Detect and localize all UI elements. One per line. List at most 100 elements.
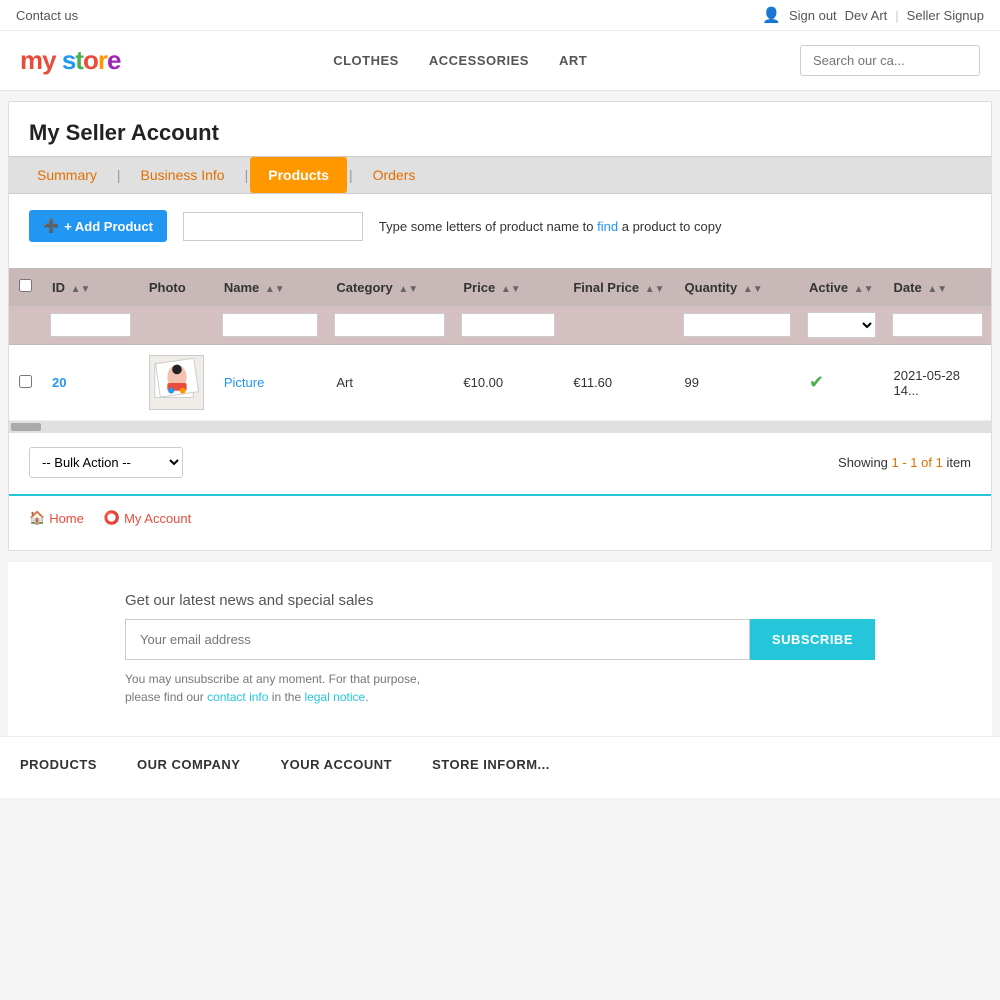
products-table-wrapper: ID ▲▼ Photo Name ▲▼ Category ▲▼ [9, 268, 991, 421]
tabs-bar: Summary | Business Info | Products | Ord… [9, 156, 991, 194]
home-link[interactable]: 🏠 Home [29, 510, 84, 526]
footer-col-account-title: YOUR ACCOUNT [280, 757, 392, 772]
add-product-row: ➕ + Add Product Type some letters of pro… [9, 194, 991, 258]
account-icon: ⭕ [104, 510, 120, 526]
legal-notice-link[interactable]: legal notice [304, 690, 365, 704]
category-sort-arrows[interactable]: ▲▼ [398, 284, 418, 295]
contact-link[interactable]: contact info [207, 690, 268, 704]
filter-price-input[interactable] [461, 313, 555, 337]
contact-us-link[interactable]: Contact us [16, 8, 78, 23]
th-date[interactable]: Date ▲▼ [884, 269, 992, 306]
horizontal-scrollbar[interactable] [9, 421, 991, 433]
product-search-hint: Type some letters of product name to fin… [379, 219, 722, 234]
product-thumbnail [149, 355, 204, 410]
row-category: Art [326, 345, 453, 421]
filter-id[interactable] [42, 306, 139, 345]
select-all-checkbox[interactable] [19, 279, 32, 292]
footer-col-products-title: PRODUCTS [20, 757, 97, 772]
table-header-row: ID ▲▼ Photo Name ▲▼ Category ▲▼ [9, 269, 991, 306]
nav-accessories[interactable]: ACCESSORIES [429, 53, 529, 68]
plus-icon: ➕ [43, 218, 59, 234]
th-active[interactable]: Active ▲▼ [799, 269, 883, 306]
home-icon: 🏠 [29, 510, 45, 526]
footer-col-company: OUR COMPANY [137, 757, 240, 778]
top-bar: Contact us 👤 Sign out Dev Art | Seller S… [0, 0, 1000, 31]
filter-quantity[interactable] [675, 306, 800, 345]
devart-link[interactable]: Dev Art [845, 8, 888, 23]
filter-date-input[interactable] [892, 313, 984, 337]
product-copy-search-input[interactable] [183, 212, 363, 241]
footer-nav-links: 🏠 Home ⭕ My Account [9, 494, 991, 530]
filter-checkbox-col [9, 306, 42, 345]
search-input[interactable] [800, 45, 980, 76]
page-title: My Seller Account [9, 102, 991, 156]
row-name[interactable]: Picture [214, 345, 326, 421]
filter-photo [139, 306, 214, 345]
id-sort-arrows[interactable]: ▲▼ [71, 284, 91, 295]
signout-link[interactable]: Sign out [789, 8, 837, 23]
quantity-sort-arrows[interactable]: ▲▼ [743, 284, 763, 295]
footer-col-account: YOUR ACCOUNT [280, 757, 392, 778]
filter-name[interactable] [214, 306, 326, 345]
th-select-all[interactable] [9, 269, 42, 306]
logo-my: my [20, 45, 56, 75]
table-row: 20 [9, 345, 991, 421]
row-active: ✔ [799, 345, 883, 421]
filter-date[interactable] [884, 306, 992, 345]
logo[interactable]: my store [20, 45, 120, 76]
th-photo: Photo [139, 269, 214, 306]
filter-quantity-input[interactable] [683, 313, 792, 337]
products-table: ID ▲▼ Photo Name ▲▼ Category ▲▼ [9, 268, 991, 421]
filter-name-input[interactable] [222, 313, 318, 337]
newsletter-form: SUBSCRIBE [125, 619, 875, 660]
th-quantity[interactable]: Quantity ▲▼ [675, 269, 800, 306]
date-sort-arrows[interactable]: ▲▼ [927, 284, 947, 295]
newsletter-email-input[interactable] [125, 619, 750, 660]
nav-art[interactable]: ART [559, 53, 587, 68]
divider: | [895, 8, 898, 23]
filter-row: Yes No [9, 306, 991, 345]
th-id[interactable]: ID ▲▼ [42, 269, 139, 306]
filter-price[interactable] [453, 306, 563, 345]
filter-category[interactable] [326, 306, 453, 345]
row-photo [139, 345, 214, 421]
footer-columns: PRODUCTS OUR COMPANY YOUR ACCOUNT STORE … [0, 736, 1000, 798]
seller-signup-link[interactable]: Seller Signup [907, 8, 984, 23]
logo-store: store [62, 45, 121, 75]
active-sort-arrows[interactable]: ▲▼ [854, 284, 874, 295]
my-account-link[interactable]: ⭕ My Account [104, 510, 191, 526]
filter-category-input[interactable] [334, 313, 445, 337]
tab-orders[interactable]: Orders [355, 157, 434, 193]
th-final-price[interactable]: Final Price ▲▼ [563, 269, 674, 306]
main-nav: CLOTHES ACCESSORIES ART [333, 53, 587, 68]
pagination-numbers: 1 - 1 of 1 [892, 455, 943, 470]
price-sort-arrows[interactable]: ▲▼ [501, 284, 521, 295]
row-quantity: 99 [675, 345, 800, 421]
filter-final-price [563, 306, 674, 345]
filter-id-input[interactable] [50, 313, 131, 337]
row-price: €10.00 [453, 345, 563, 421]
newsletter-headline: Get our latest news and special sales [125, 592, 875, 609]
bulk-action-select[interactable]: -- Bulk Action -- Delete Selected Activa… [29, 447, 183, 478]
top-bar-right: 👤 Sign out Dev Art | Seller Signup [762, 6, 984, 24]
footer-col-store-info: STORE INFORM... [432, 757, 550, 778]
row-select-checkbox[interactable] [19, 375, 32, 388]
filter-active[interactable]: Yes No [799, 306, 883, 345]
th-price[interactable]: Price ▲▼ [453, 269, 563, 306]
subscribe-button[interactable]: SUBSCRIBE [750, 619, 875, 660]
footer-col-products: PRODUCTS [20, 757, 97, 778]
filter-active-select[interactable]: Yes No [807, 312, 875, 338]
tab-summary[interactable]: Summary [19, 157, 115, 193]
scroll-thumb[interactable] [11, 423, 41, 431]
final-price-sort-arrows[interactable]: ▲▼ [645, 284, 665, 295]
row-checkbox[interactable] [9, 345, 42, 421]
row-id[interactable]: 20 [42, 345, 139, 421]
name-sort-arrows[interactable]: ▲▼ [265, 284, 285, 295]
tab-products[interactable]: Products [250, 157, 347, 193]
th-category[interactable]: Category ▲▼ [326, 269, 453, 306]
add-product-button[interactable]: ➕ + Add Product [29, 210, 167, 242]
th-name[interactable]: Name ▲▼ [214, 269, 326, 306]
nav-clothes[interactable]: CLOTHES [333, 53, 399, 68]
tab-business-info[interactable]: Business Info [123, 157, 243, 193]
tab-sep-3: | [347, 167, 355, 183]
